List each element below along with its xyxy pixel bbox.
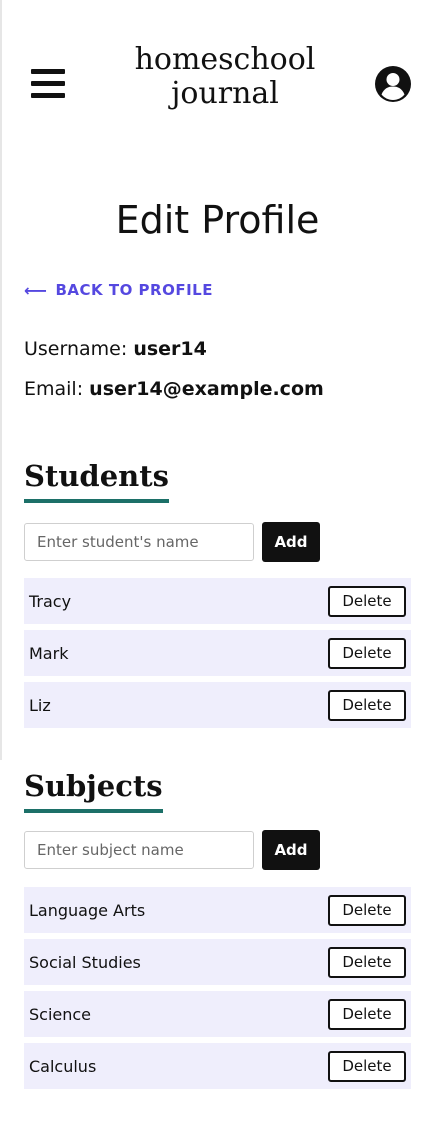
delete-student-button[interactable]: Delete [328,585,406,617]
students-list: Tracy Delete Mark Delete Liz Delete [24,578,411,734]
subjects-heading: Subjects [24,769,163,813]
student-row: Liz Delete [24,682,411,728]
add-subject-form: Add [24,830,320,870]
email-value: user14@example.com [89,378,324,400]
student-name-input[interactable] [24,523,254,561]
subject-name-input[interactable] [24,831,254,869]
student-row: Tracy Delete [24,578,411,624]
username-line: Username: user14 [24,338,207,360]
username-value: user14 [133,338,207,360]
back-link-label: BACK TO PROFILE [55,281,213,299]
logo-line-1: homeschool [134,42,316,77]
add-student-button[interactable]: Add [262,522,320,562]
student-row: Mark Delete [24,630,411,676]
delete-student-button[interactable]: Delete [328,689,406,721]
subject-row: Social Studies Delete [24,939,411,985]
arrow-left-icon: ⟵ [24,280,48,300]
site-header: homeschool journal [0,0,435,140]
delete-subject-button[interactable]: Delete [328,946,406,978]
hamburger-menu-icon[interactable] [31,67,65,99]
username-label: Username: [24,338,128,360]
subject-row: Calculus Delete [24,1043,411,1089]
add-student-form: Add [24,522,320,562]
student-name: Liz [29,695,51,715]
student-name: Mark [29,643,69,663]
student-name: Tracy [29,591,72,611]
site-logo[interactable]: homeschool journal [110,43,340,111]
delete-subject-button[interactable]: Delete [328,894,406,926]
back-to-profile-link[interactable]: ⟵ BACK TO PROFILE [24,279,213,301]
email-label: Email: [24,378,84,400]
user-account-icon[interactable] [374,65,412,103]
subjects-list: Language Arts Delete Social Studies Dele… [24,887,411,1095]
subject-name: Language Arts [29,900,146,920]
logo-line-2: journal [171,76,279,111]
students-heading: Students [24,459,169,503]
delete-student-button[interactable]: Delete [328,637,406,669]
email-line: Email: user14@example.com [24,378,324,400]
subject-name: Science [29,1004,92,1024]
subject-name: Calculus [29,1056,97,1076]
subject-row: Language Arts Delete [24,887,411,933]
delete-subject-button[interactable]: Delete [328,1050,406,1082]
add-subject-button[interactable]: Add [262,830,320,870]
subject-row: Science Delete [24,991,411,1037]
subject-name: Social Studies [29,952,141,972]
page-title: Edit Profile [115,198,320,242]
delete-subject-button[interactable]: Delete [328,998,406,1030]
